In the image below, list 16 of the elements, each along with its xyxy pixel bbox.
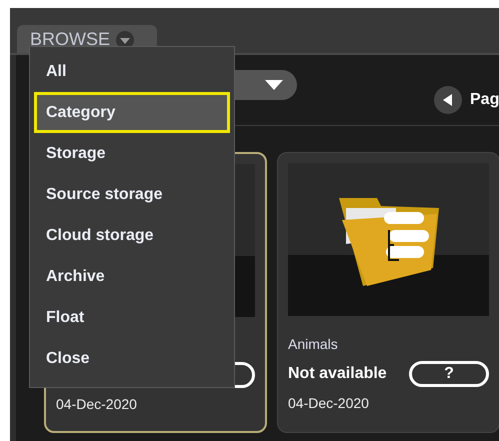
previous-page-button[interactable]: Pag (434, 86, 499, 114)
card-title: Animals (288, 336, 339, 353)
menu-item[interactable]: Float (34, 297, 230, 338)
date-text: 04-Dec-2020 (56, 396, 138, 412)
status-text: Not available (288, 365, 387, 383)
menu-item[interactable]: Close (34, 338, 230, 379)
menu-item[interactable]: Storage (34, 133, 230, 174)
help-button[interactable]: ? (409, 361, 489, 387)
menu-item[interactable]: Category (34, 92, 230, 133)
date-text: 04-Dec-2020 (288, 395, 370, 411)
menu-item[interactable]: Cloud storage (34, 215, 230, 256)
caret-icon (265, 80, 283, 90)
menu-item[interactable]: All (34, 51, 230, 92)
menu-item[interactable]: Source storage (34, 174, 230, 215)
menu-item[interactable]: Archive (34, 256, 230, 297)
card[interactable]: Animals Not available ? 04-Dec-2020 (277, 152, 499, 433)
